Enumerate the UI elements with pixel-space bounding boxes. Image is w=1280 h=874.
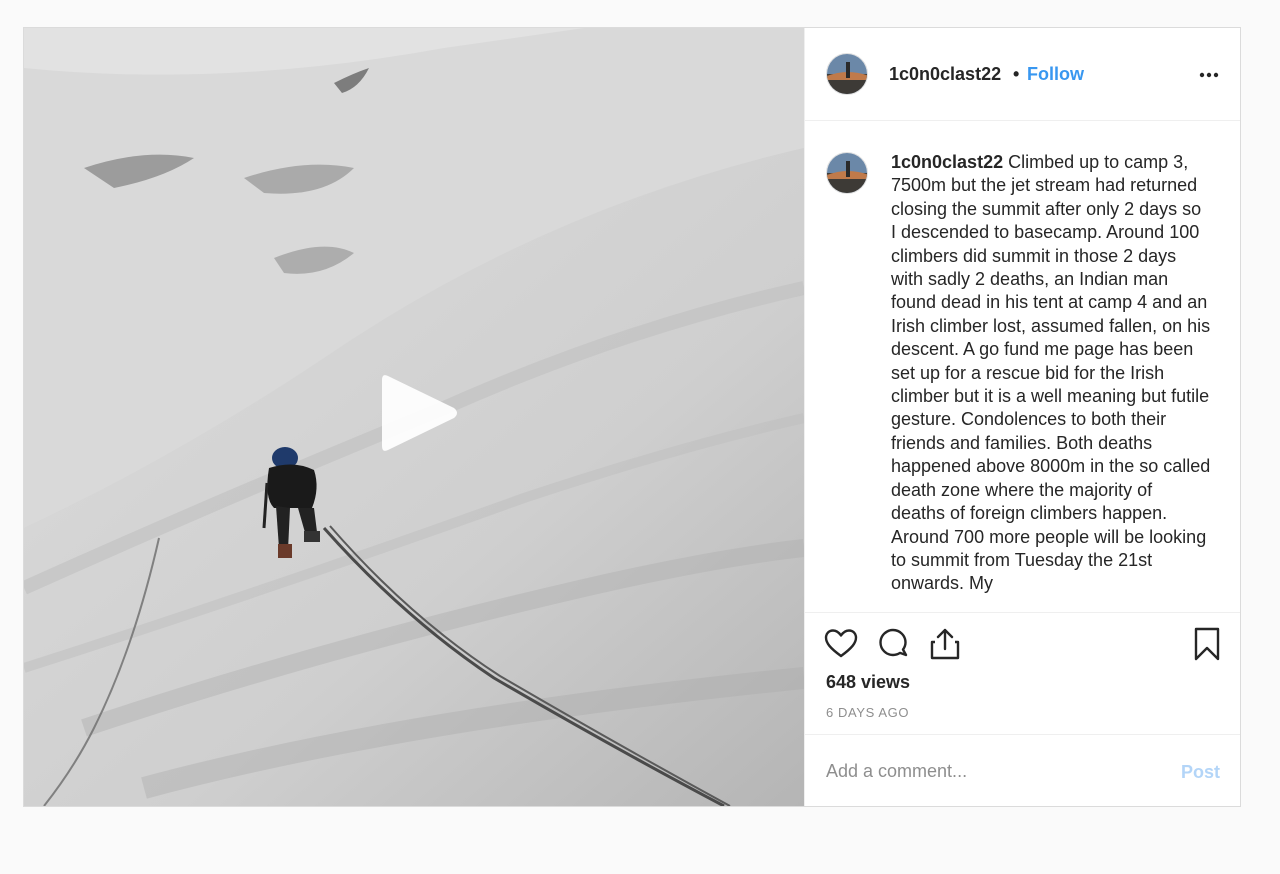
comment-form: Post	[805, 735, 1240, 806]
author-avatar[interactable]	[826, 53, 868, 95]
post-comment-button[interactable]: Post	[1181, 762, 1220, 783]
caption-text: Climbed up to camp 3, 7500m but the jet …	[891, 152, 1211, 594]
play-icon[interactable]	[374, 368, 464, 458]
share-icon[interactable]	[928, 627, 962, 661]
author-username[interactable]: 1c0n0clast22	[889, 64, 1001, 85]
comment-icon[interactable]	[876, 627, 910, 661]
comments-section[interactable]: 1c0n0clast22 Climbed up to camp 3, 7500m…	[805, 121, 1240, 613]
post-header: 1c0n0clast22 • Follow	[805, 28, 1240, 121]
post-timestamp[interactable]: 6 DAYS AGO	[826, 705, 909, 720]
post-sidebar: 1c0n0clast22 • Follow 1c0n0clast22 Climb…	[804, 28, 1240, 806]
views-count[interactable]: 648 views	[826, 672, 910, 693]
caption-avatar[interactable]	[826, 152, 868, 194]
comment-input[interactable]	[826, 759, 1156, 783]
post-video[interactable]	[24, 28, 804, 806]
more-options-icon[interactable]	[1198, 66, 1220, 84]
follow-button[interactable]: Follow	[1027, 64, 1084, 85]
action-bar: 648 views 6 DAYS AGO	[805, 613, 1240, 735]
separator-dot: •	[1013, 64, 1020, 84]
heart-icon[interactable]	[824, 627, 858, 661]
post-caption: 1c0n0clast22 Climbed up to camp 3, 7500m…	[891, 151, 1211, 596]
caption-username[interactable]: 1c0n0clast22	[891, 152, 1003, 172]
post-card: 1c0n0clast22 • Follow 1c0n0clast22 Climb…	[23, 27, 1241, 807]
bookmark-icon[interactable]	[1190, 627, 1224, 661]
